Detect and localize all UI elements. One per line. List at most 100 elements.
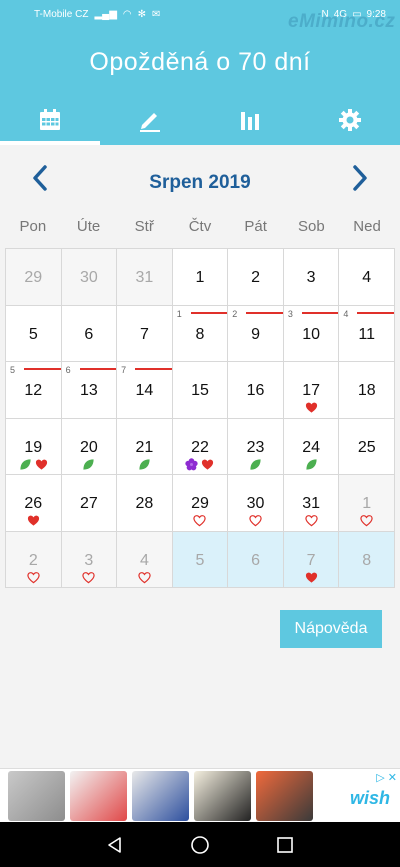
weekday-header: Pon Úte Stř Čtv Pát Sob Ned	[5, 218, 395, 240]
calendar-day-cell[interactable]: 2	[228, 249, 284, 306]
home-button[interactable]	[189, 834, 211, 856]
calendar-day-cell[interactable]: 22	[172, 418, 229, 475]
weekday-label: Úte	[76, 218, 101, 235]
calendar-day-cell[interactable]: 7	[117, 305, 173, 362]
calendar-day-cell[interactable]: 30	[61, 249, 118, 306]
day-number: 25	[357, 438, 376, 456]
tab-settings[interactable]	[300, 95, 400, 145]
calendar-day-cell[interactable]: 30	[228, 475, 284, 532]
heart-filled-icon	[27, 515, 39, 526]
day-number: 2	[251, 269, 261, 286]
calendar-day-cell[interactable]: 18	[172, 305, 229, 362]
calendar-grid: 29 30 31 1 2 3 4 5 6 7 1 8 2 9 3 10 4 11 5 12 6 13 7 14 15 16 17 18…	[5, 248, 395, 588]
calendar-day-cell[interactable]: 31	[117, 249, 173, 306]
calendar-day-cell[interactable]: 3	[283, 249, 340, 306]
calendar-day-cell[interactable]: 26	[6, 475, 62, 532]
help-button[interactable]: Nápověda	[280, 610, 382, 648]
tab-notes[interactable]	[100, 95, 200, 145]
calendar-day-cell[interactable]: 1	[172, 249, 229, 306]
heart-filled-icon	[305, 402, 317, 413]
calendar-day-cell[interactable]: 1	[339, 475, 395, 532]
calendar-day-cell[interactable]: 27	[61, 475, 118, 532]
weekday-label: Ned	[353, 218, 381, 235]
ad-product-image[interactable]	[256, 770, 313, 821]
wish-logo[interactable]: wish	[350, 788, 390, 809]
calendar-day-cell[interactable]: 28	[117, 475, 173, 532]
calendar-day-cell[interactable]: 29	[6, 249, 62, 306]
leaf-icon	[250, 458, 261, 470]
next-month-button[interactable]	[345, 163, 375, 193]
calendar-day-cell[interactable]: 4	[117, 531, 173, 588]
tab-stats[interactable]	[200, 95, 300, 145]
recents-button[interactable]	[274, 834, 296, 856]
calendar-day-cell[interactable]: 4	[339, 249, 395, 306]
day-markers	[284, 514, 339, 527]
pencil-icon	[140, 113, 160, 132]
calendar-day-cell[interactable]: 29	[228, 305, 284, 362]
calendar-day-cell[interactable]: 8	[339, 531, 395, 588]
calendar-day-cell[interactable]: 5	[6, 305, 62, 362]
back-triangle-icon	[108, 837, 121, 853]
weekday-label: Čtv	[188, 218, 212, 235]
calendar-day-cell[interactable]: 3	[61, 531, 118, 588]
day-number: 16	[246, 382, 265, 399]
calendar-day-cell[interactable]: 4 11	[339, 305, 395, 362]
calendar-day-cell[interactable]: 19	[6, 418, 62, 475]
day-number: 31	[302, 495, 321, 512]
tab-calendar[interactable]	[0, 95, 100, 145]
day-number: 30	[79, 269, 98, 286]
period-line	[357, 311, 394, 314]
weekday-label: Stř	[134, 218, 154, 235]
calendar-day-cell[interactable]: 7 14	[117, 362, 173, 419]
calendar-day-cell[interactable]: 29	[172, 475, 229, 532]
calendar-day-cell[interactable]: 16	[228, 362, 284, 419]
calendar-day-cell[interactable]: 6	[61, 305, 118, 362]
calendar-day-cell[interactable]: 31	[283, 475, 340, 532]
month-navigation: Srpen 2019	[0, 145, 400, 215]
cycle-day-number: 3	[287, 308, 293, 319]
ad-close-icon[interactable]: ▷ ✕	[376, 771, 397, 784]
ad-banner[interactable]: wish ▷ ✕	[0, 768, 400, 822]
heart-filled-icon	[202, 459, 214, 470]
heart-outline-icon	[138, 571, 151, 583]
back-button[interactable]	[104, 834, 126, 856]
day-markers	[228, 514, 283, 527]
gear-icon	[339, 109, 361, 131]
month-title: Srpen 2019	[149, 172, 251, 193]
calendar-day-cell[interactable]: 23	[228, 418, 284, 475]
calendar-day-cell[interactable]: 24	[283, 418, 340, 475]
day-number: 30	[246, 495, 265, 512]
calendar-day-cell[interactable]: 21	[117, 418, 173, 475]
calendar-day-cell[interactable]: 7	[283, 531, 340, 588]
calendar-day-cell[interactable]: 5	[172, 531, 229, 588]
day-number: 21	[135, 438, 154, 456]
calendar-day-cell[interactable]: 25	[339, 418, 395, 475]
calendar-day-cell[interactable]: 6 13	[61, 362, 118, 419]
flower-icon	[185, 457, 199, 470]
day-number: 1	[195, 269, 205, 286]
day-number: 15	[191, 382, 209, 399]
day-number: 31	[135, 269, 154, 286]
day-number: 24	[302, 438, 321, 456]
home-circle-icon	[191, 836, 209, 854]
calendar-day-cell[interactable]: 3 10	[283, 305, 340, 362]
calendar-day-cell[interactable]: 6	[228, 531, 284, 588]
calendar-day-cell[interactable]: 15	[172, 362, 229, 419]
calendar-icon	[40, 109, 60, 130]
day-number: 1	[362, 495, 372, 512]
day-number: 3	[84, 551, 94, 569]
ad-product-image[interactable]	[8, 770, 65, 821]
calendar-day-cell[interactable]: 17	[283, 362, 340, 419]
calendar-day-cell[interactable]: 20	[61, 418, 118, 475]
ad-product-image[interactable]	[194, 770, 251, 821]
day-markers	[6, 514, 61, 527]
calendar-day-cell[interactable]: 18	[339, 362, 395, 419]
ad-product-image[interactable]	[132, 770, 189, 821]
calendar-day-cell[interactable]: 2	[6, 531, 62, 588]
calendar-day-cell[interactable]: 5 12	[6, 362, 62, 419]
snowflake-icon: ✻	[137, 8, 147, 20]
day-number: 26	[24, 495, 43, 512]
weekday-label: Pon	[19, 218, 47, 235]
ad-product-image[interactable]	[70, 770, 127, 821]
day-number: 11	[358, 325, 376, 343]
